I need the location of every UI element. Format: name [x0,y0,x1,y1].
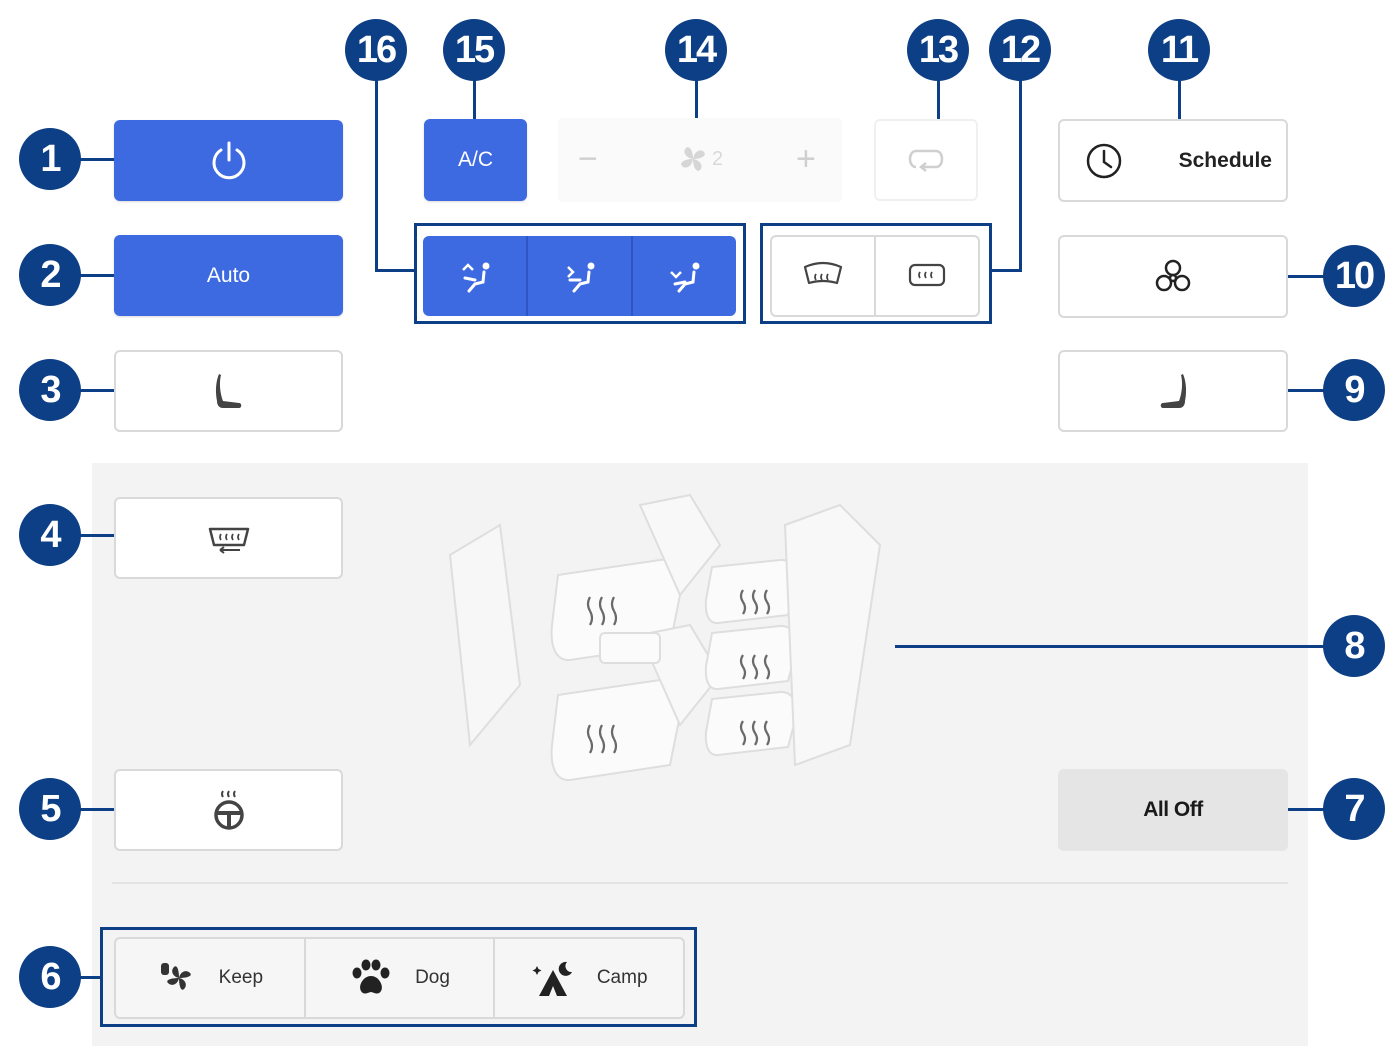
callout-3: 3 [19,359,81,421]
callout-7: 7 [1323,778,1385,840]
callout-16-outline [414,223,746,324]
fan-icon [681,147,705,171]
callout-8: 8 [1323,615,1385,677]
callout-6: 6 [19,946,81,1008]
callout-4: 4 [19,504,81,566]
callout-16: 16 [345,19,407,81]
all-off-button[interactable]: All Off [1058,769,1288,851]
callout-14: 14 [665,19,727,81]
callout-15: 15 [443,19,505,81]
schedule-button[interactable]: Schedule [1058,119,1288,202]
clock-icon [1086,143,1122,178]
recirculation-icon [908,149,944,172]
power-button[interactable] [114,120,343,201]
callout-9: 9 [1323,359,1385,421]
passenger-seat-heater-button[interactable] [1058,350,1288,432]
fan-decrease-button[interactable]: − [578,140,598,179]
schedule-label: Schedule [1178,148,1272,172]
callout-13: 13 [907,19,969,81]
rear-defrost-button[interactable] [114,497,343,579]
callout-11: 11 [1148,19,1210,81]
all-off-label: All Off [1143,798,1203,821]
steering-wheel-heater-button[interactable] [114,769,343,851]
biohazard-icon [1155,259,1191,291]
callout-10: 10 [1323,245,1385,307]
ac-label: A/C [457,148,493,171]
driver-seat-heater-button[interactable] [114,350,343,432]
auto-label: Auto [206,263,251,287]
seat-icon [1160,374,1187,408]
bioweapon-defense-button[interactable] [1058,235,1288,318]
cabin-seats-illustration [448,493,882,782]
panel-divider [112,882,1288,884]
callout-12-outline [760,223,992,324]
callout-2: 2 [19,244,81,306]
recirculation-button[interactable] [874,119,978,201]
fan-level-value: 2 [712,148,724,170]
fan-increase-button[interactable]: + [796,140,816,179]
ac-button[interactable]: A/C [424,119,527,201]
rear-defrost-icon [208,527,249,554]
heated-steering-wheel-icon [213,790,244,830]
seat-icon [215,374,241,408]
callout-6-outline [100,927,697,1027]
callout-1: 1 [19,128,81,190]
power-icon [212,141,245,179]
auto-button[interactable]: Auto [114,235,343,316]
callout-5: 5 [19,778,81,840]
callout-12: 12 [989,19,1051,81]
